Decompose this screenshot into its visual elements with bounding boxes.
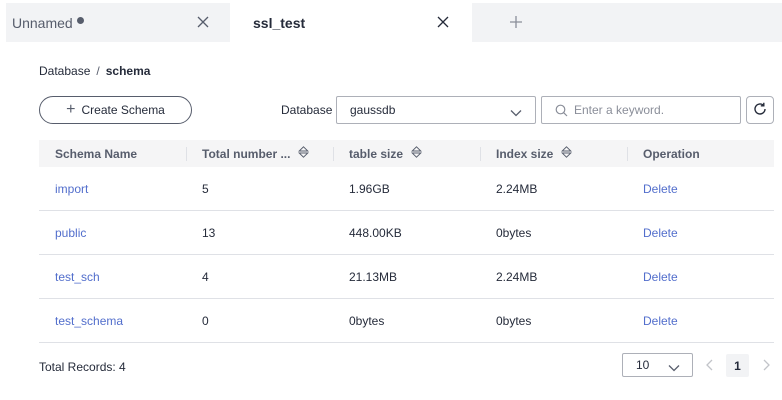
add-tab-icon[interactable]: [509, 15, 523, 29]
chevron-down-icon: [510, 106, 522, 120]
column-header-total-number[interactable]: Total number ...: [202, 140, 310, 167]
search-box: [541, 96, 741, 124]
table-row: test_schema 0 0bytes 0bytes Delete: [39, 299, 774, 343]
database-select[interactable]: gaussdb: [336, 96, 536, 124]
tab-unnamed[interactable]: Unnamed: [6, 3, 230, 42]
column-divider[interactable]: [333, 147, 334, 161]
column-header-schema-name: Schema Name: [55, 140, 137, 167]
sort-icon[interactable]: [298, 146, 310, 161]
search-input[interactable]: [574, 101, 734, 119]
column-divider[interactable]: [480, 147, 481, 161]
sort-icon[interactable]: [561, 146, 573, 161]
next-page-icon[interactable]: [759, 358, 773, 372]
total-number-cell: 13: [202, 226, 216, 240]
column-header-table-size[interactable]: table size: [349, 140, 423, 167]
delete-link[interactable]: Delete: [643, 211, 678, 255]
table-row: public 13 448.00KB 0bytes Delete: [39, 211, 774, 255]
database-select-value: gaussdb: [350, 103, 396, 117]
tab-add-area: [472, 3, 782, 42]
index-size-cell: 2.24MB: [496, 270, 538, 284]
breadcrumb-separator: /: [96, 64, 100, 78]
column-header-label: Total number ...: [202, 146, 291, 161]
column-divider[interactable]: [627, 147, 628, 161]
schema-name-link[interactable]: import: [55, 167, 88, 211]
table-row: import 5 1.96GB 2.24MB Delete: [39, 167, 774, 211]
breadcrumb-database[interactable]: Database: [39, 64, 90, 78]
total-records: Total Records: 4: [39, 360, 126, 374]
column-header-operation: Operation: [643, 140, 700, 167]
column-header-label: Index size: [496, 146, 554, 161]
column-divider[interactable]: [186, 147, 187, 161]
create-schema-label: Create Schema: [81, 103, 165, 117]
refresh-button[interactable]: [746, 96, 774, 124]
delete-link[interactable]: Delete: [643, 299, 678, 343]
table-size-cell: 448.00KB: [349, 226, 402, 240]
table-size-cell: 21.13MB: [349, 270, 398, 284]
column-header-index-size[interactable]: Index size: [496, 140, 573, 167]
schema-name-link[interactable]: public: [55, 211, 86, 255]
tab-ssl-test[interactable]: ssl_test: [232, 3, 470, 42]
database-label: Database: [281, 103, 333, 117]
tab-bar: Unnamed ssl_test: [0, 0, 782, 42]
total-number-cell: 0: [202, 314, 209, 328]
delete-link[interactable]: Delete: [643, 255, 678, 299]
unsaved-indicator-icon: [77, 17, 84, 24]
breadcrumb: Database / schema: [39, 64, 150, 78]
column-header-label: Schema Name: [55, 146, 138, 161]
table-size-cell: 1.96GB: [349, 182, 390, 196]
index-size-cell: 0bytes: [496, 226, 532, 240]
page-size-select[interactable]: 10: [622, 353, 693, 377]
create-schema-button[interactable]: + Create Schema: [39, 96, 192, 124]
schema-table: Schema Name Total number ... table size …: [39, 140, 774, 343]
breadcrumb-current: schema: [105, 64, 151, 78]
total-number-cell: 4: [202, 270, 209, 284]
tab-label: ssl_test: [253, 14, 306, 31]
delete-link[interactable]: Delete: [643, 167, 678, 211]
close-tab-icon[interactable]: [196, 15, 210, 29]
chevron-down-icon: [668, 361, 680, 375]
column-header-label: table size: [349, 146, 404, 161]
plus-icon: +: [66, 101, 76, 118]
index-size-cell: 2.24MB: [496, 182, 538, 196]
page-number-current[interactable]: 1: [726, 354, 749, 377]
column-header-label: Operation: [643, 146, 700, 161]
table-size-cell: 0bytes: [349, 314, 385, 328]
close-tab-icon[interactable]: [436, 15, 450, 29]
previous-page-icon[interactable]: [703, 358, 717, 372]
search-icon: [555, 104, 568, 120]
schema-name-link[interactable]: test_schema: [55, 299, 123, 343]
sort-icon[interactable]: [411, 146, 423, 161]
total-number-cell: 5: [202, 182, 209, 196]
table-row: test_sch 4 21.13MB 2.24MB Delete: [39, 255, 774, 299]
table-header: Schema Name Total number ... table size …: [39, 140, 774, 167]
schema-name-link[interactable]: test_sch: [55, 255, 100, 299]
page-size-value: 10: [636, 358, 650, 372]
index-size-cell: 0bytes: [496, 314, 532, 328]
tab-label: Unnamed: [12, 14, 73, 31]
refresh-icon: [753, 102, 767, 119]
